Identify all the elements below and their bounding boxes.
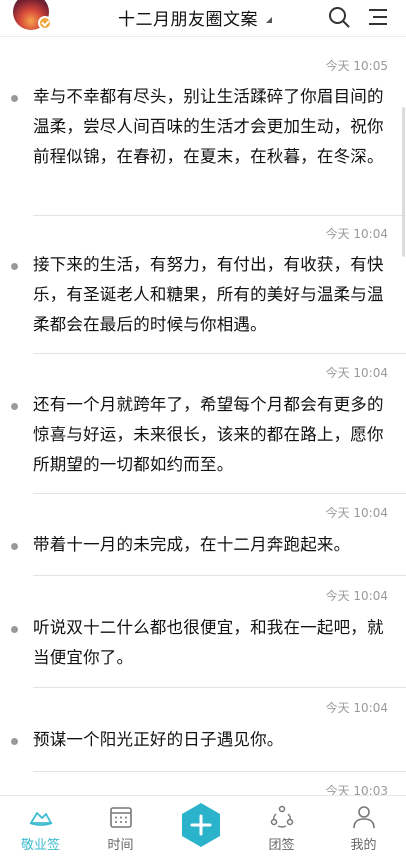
entry-time: 今天 10:04: [325, 366, 388, 380]
tab-label: 团签: [268, 838, 295, 853]
profile-icon: [352, 806, 375, 829]
entry-text: 预谋一个阳光正好的日子遇见你。: [33, 730, 284, 749]
bullet-icon: [11, 543, 18, 550]
tab-label: 敬业签: [20, 838, 60, 853]
entry-text: 幸与不幸都有尽头，别让生活蹂碎了你眉目间的温柔，尝尽人间百味的生活才会更加生动，…: [33, 87, 384, 166]
entry-text: 带着十一月的未完成，在十二月奔跑起来。: [33, 535, 351, 554]
calendar-icon: [109, 807, 132, 828]
entry-time: 今天 10:04: [325, 589, 388, 603]
entry-time: 今天 10:04: [325, 506, 388, 520]
bullet-icon: [11, 403, 18, 410]
dropdown-caret-icon[interactable]: [266, 17, 272, 23]
add-button[interactable]: [180, 802, 222, 848]
bottom-nav: 敬业签 时间 团签 我的: [0, 795, 406, 857]
divider: [33, 687, 406, 688]
entry-text: 接下来的生活，有努力，有付出，有收获，有快乐，有圣诞老人和糖果，所有的美好与温柔…: [33, 255, 384, 334]
verified-badge-icon: [38, 16, 52, 30]
entry-text: 还有一个月就跨年了，希望每个月都会有更多的惊喜与好运，未来很长，该来的都在路上，…: [33, 395, 384, 474]
divider: [33, 353, 406, 354]
divider: [33, 493, 406, 494]
scrollbar[interactable]: [402, 107, 405, 257]
menu-icon[interactable]: [367, 6, 389, 28]
entry-text: 听说双十二什么都也很便宜，和我在一起吧，就当便宜你了。: [33, 618, 384, 667]
search-icon[interactable]: [328, 6, 350, 28]
entry-time: 今天 10:04: [325, 227, 388, 241]
page-title[interactable]: 十二月朋友圈文案: [118, 5, 258, 30]
tab-label: 我的: [350, 838, 377, 853]
entry-time: 今天 10:04: [325, 701, 388, 715]
tab-time[interactable]: 时间: [80, 796, 161, 857]
bullet-icon: [11, 263, 18, 270]
divider: [33, 575, 406, 576]
entry-time: 今天 10:03: [325, 784, 388, 795]
bullet-icon: [11, 738, 18, 745]
bullet-icon: [11, 626, 18, 633]
tab-team[interactable]: 团签: [241, 796, 322, 857]
divider: [33, 215, 406, 216]
tab-mine[interactable]: 我的: [323, 796, 404, 857]
note-feed[interactable]: 今天 10:05 幸与不幸都有尽头，别让生活蹂碎了你眉目间的温柔，尝尽人间百味的…: [0, 37, 406, 795]
bullet-icon: [11, 95, 18, 102]
cloud-note-icon: [29, 812, 52, 826]
team-icon: [270, 805, 293, 828]
entry-time: 今天 10:05: [325, 59, 388, 73]
tab-label: 时间: [107, 838, 134, 853]
app-header: 十二月朋友圈文案: [0, 0, 406, 37]
divider: [33, 771, 406, 772]
tab-jingyeqian[interactable]: 敬业签: [0, 796, 81, 857]
